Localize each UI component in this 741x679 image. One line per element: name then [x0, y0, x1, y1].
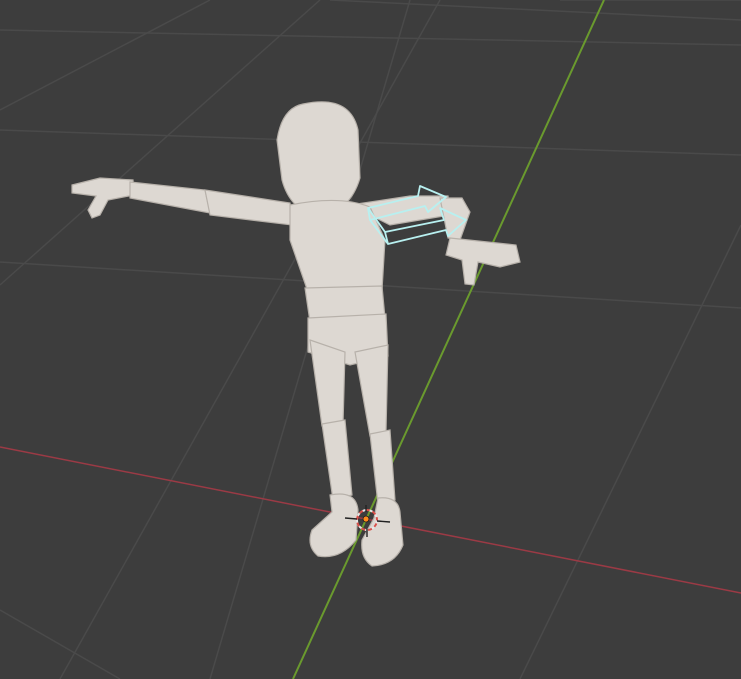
- mannequin-right-hand[interactable]: [445, 237, 521, 286]
- object-origin-icon[interactable]: [362, 515, 370, 523]
- viewport-canvas[interactable]: [0, 0, 741, 679]
- mannequin-right-foot[interactable]: [361, 497, 404, 567]
- mannequin-head[interactable]: [276, 101, 361, 218]
- mannequin-chest[interactable]: [289, 199, 386, 293]
- x-axis-line: [0, 446, 741, 594]
- 3d-viewport[interactable]: [0, 0, 741, 679]
- mannequin-mesh[interactable]: [71, 101, 521, 567]
- mannequin-left-foot[interactable]: [309, 493, 359, 558]
- mannequin-left-thigh[interactable]: [309, 339, 346, 427]
- mannequin-left-shin[interactable]: [321, 419, 353, 501]
- mannequin-right-thigh[interactable]: [354, 344, 389, 437]
- mannequin-left-forearm[interactable]: [129, 181, 211, 214]
- mannequin-right-shin[interactable]: [369, 429, 396, 505]
- mannequin-left-upper-arm[interactable]: [204, 189, 293, 226]
